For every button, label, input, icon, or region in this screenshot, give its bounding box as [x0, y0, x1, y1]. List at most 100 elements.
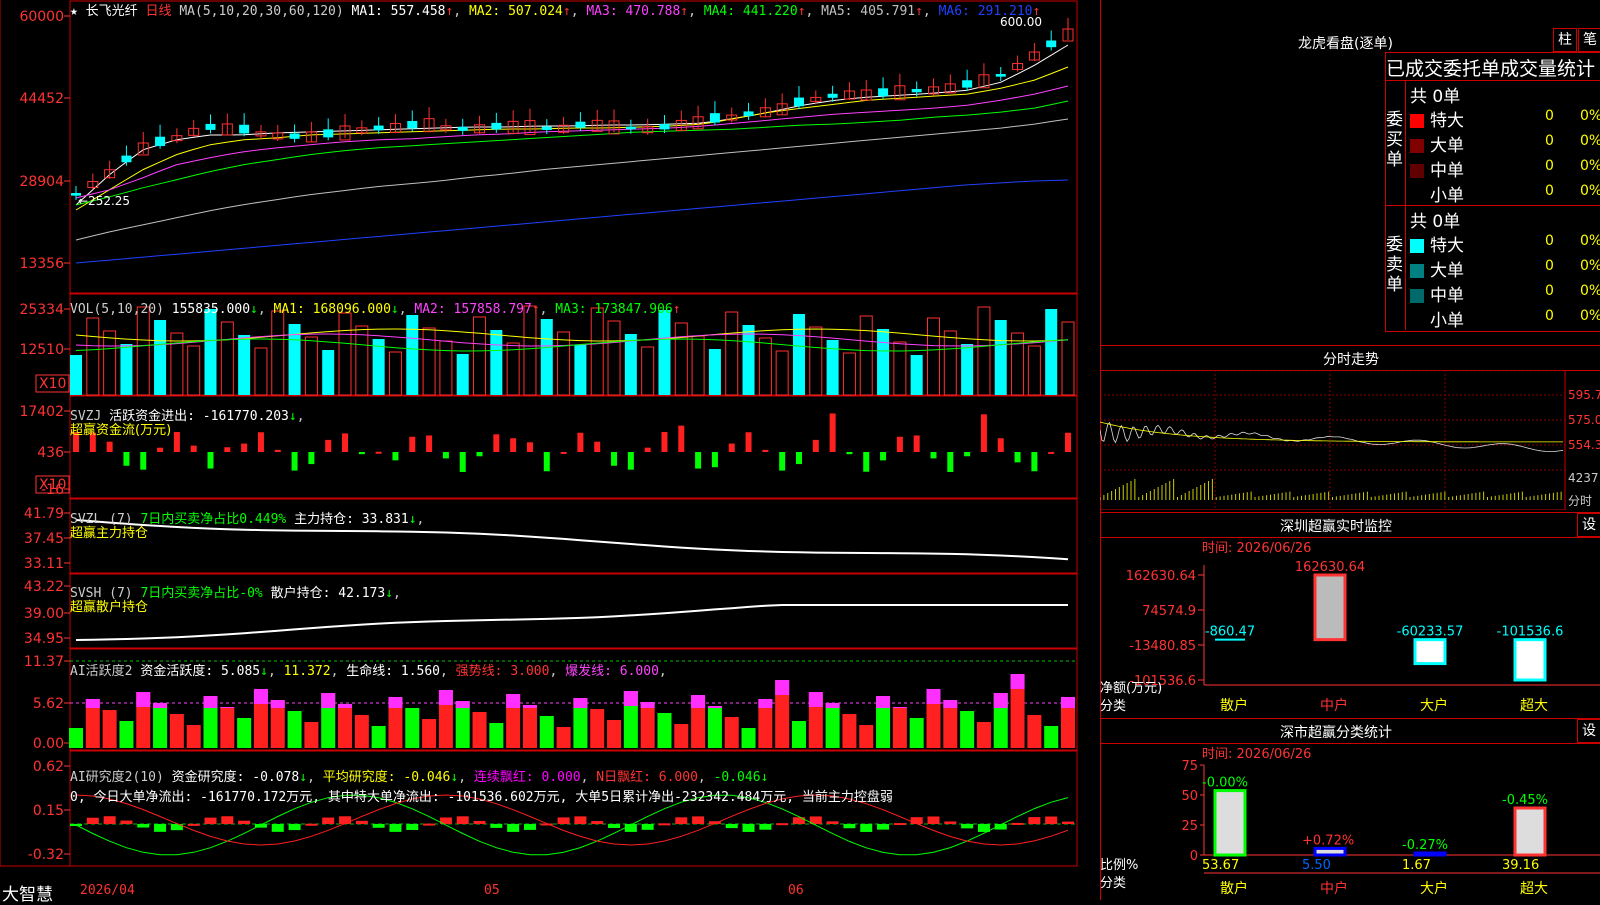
vol-bar-up	[926, 317, 940, 396]
svzj-bar	[745, 432, 752, 452]
ai2-bar	[961, 824, 974, 829]
vol-bar-up	[775, 350, 789, 396]
ai2-bar	[86, 817, 99, 824]
vol-bar-up	[103, 330, 117, 396]
ai2-bar	[1011, 822, 1024, 825]
candle-down	[205, 123, 216, 130]
classify-bar	[1313, 846, 1347, 857]
vol-bar-up	[220, 321, 234, 396]
candle-down	[709, 113, 720, 123]
classify-ytick: 50	[1181, 789, 1198, 804]
candle-down	[541, 126, 552, 130]
svzl-subtitle: 超赢主力持仓	[70, 526, 149, 541]
svzj-bar	[358, 452, 365, 455]
vol-ma2: MA2: 157858.797	[414, 302, 532, 317]
candle-down	[911, 88, 922, 93]
ai2-v1: 资金研究度: -0.078	[171, 770, 300, 785]
svzj-bar	[241, 443, 248, 452]
vol-bar-up	[439, 340, 453, 396]
ai1-bar	[455, 701, 470, 748]
sell-pct: 0%	[1580, 283, 1600, 299]
svzj-bar	[190, 445, 197, 452]
classify-settings-button[interactable]: 设	[1577, 719, 1600, 743]
ai2-bar	[137, 824, 150, 828]
svzj-bar	[274, 449, 281, 452]
ai2-bar	[473, 820, 486, 824]
ai1-bar-top	[623, 691, 638, 706]
monitor-settings-button[interactable]: 设	[1577, 513, 1600, 537]
ai1-bar-top	[321, 693, 336, 708]
svzj-bar	[493, 434, 500, 452]
main-ytick: 13356	[19, 256, 64, 272]
svzj-bar	[678, 425, 685, 452]
svzj-bar	[325, 439, 332, 452]
vol-bar-up	[893, 341, 907, 396]
buy-row: 特大	[1410, 106, 1464, 131]
monitor-bar-label: -60233.57	[1397, 625, 1464, 640]
ai1-bar	[741, 728, 756, 748]
svzj-bar	[1014, 452, 1021, 463]
ai1-bar	[590, 709, 605, 748]
period-label[interactable]: 日线	[146, 4, 172, 19]
ai1-bar	[707, 706, 722, 748]
low-label: ←252.25	[78, 194, 130, 208]
vol-bar-up	[1027, 345, 1041, 396]
svzj-bar	[342, 433, 349, 452]
ai2-bar	[507, 824, 520, 832]
vol-title: VOL(5,10,20)	[70, 302, 164, 317]
fenshi-chart[interactable]: 595.7 575.0 554.3 4237 分时	[1100, 370, 1600, 510]
vol-unit: X10	[39, 376, 66, 392]
monitor-bar	[1413, 638, 1447, 666]
sell-pct: 0%	[1580, 308, 1600, 324]
column-view-button[interactable]: 柱	[1553, 28, 1577, 52]
ai1-bar	[354, 715, 369, 748]
candle-down	[878, 88, 889, 97]
vol-bar-down	[792, 314, 805, 395]
buy-label: 特大	[1430, 111, 1464, 131]
candle-down	[407, 120, 418, 129]
ai2-bar	[759, 824, 772, 830]
svzj-bar	[964, 452, 971, 457]
sell-value: 0	[1545, 308, 1554, 324]
buy-pct: 0%	[1580, 158, 1600, 174]
classify-value-label: 53.67	[1202, 858, 1239, 873]
ma-legend-6: MA6: 291.210	[938, 4, 1033, 19]
ai1-bar	[186, 725, 201, 748]
svzj-bar	[594, 441, 601, 452]
monitor-bar-label: -860.47	[1205, 625, 1255, 640]
svzj-bar	[1048, 451, 1055, 454]
ai2-bar	[877, 824, 890, 830]
ma-legend-4: MA4: 441.220	[703, 4, 798, 19]
ai1-bar	[539, 716, 554, 748]
fenshi-avg-line	[1100, 421, 1564, 443]
svzj-bar	[459, 452, 466, 472]
candle-down	[793, 97, 804, 107]
svzj-bar	[442, 452, 449, 459]
stock-name: 长飞光纤	[85, 4, 138, 19]
monitor-title: 深圳超赢实时监控	[1280, 519, 1392, 535]
svzl-ytick: 41.79	[24, 506, 64, 522]
tick-view-button[interactable]: 笔	[1578, 28, 1600, 52]
sell-value: 0	[1545, 258, 1554, 274]
main-ytick: 44452	[19, 91, 64, 107]
monitor-ytick: 74574.9	[1142, 604, 1196, 619]
ma-legend-arrow-6: ↑	[1032, 4, 1041, 19]
ai2-v3: 连续飘红: 0.000	[473, 770, 581, 785]
ai1-bar	[640, 702, 655, 748]
ai2-bar	[944, 821, 957, 824]
ai1-bar-top	[338, 704, 353, 708]
ai1-v2: 11.372	[283, 664, 331, 679]
vol-bar-up	[304, 336, 318, 396]
ai2-bar	[322, 817, 335, 824]
ai2-bar	[675, 817, 688, 824]
classify-category: 散户	[1220, 880, 1248, 897]
main-chart-area[interactable]: 60000444522890413356253341251017402436-1…	[0, 0, 1100, 900]
monitor-bar-label: 162630.64	[1295, 560, 1365, 575]
ai1-bar	[724, 717, 739, 748]
xaxis-label-1: 05	[484, 883, 500, 898]
svzj-bar	[106, 441, 113, 452]
ai1-ytick: 0.00	[33, 736, 64, 752]
monitor-time: 时间: 2026/06/26	[1202, 541, 1312, 556]
ai1-bar-top	[1061, 697, 1075, 708]
svzj-bar	[1031, 452, 1038, 472]
